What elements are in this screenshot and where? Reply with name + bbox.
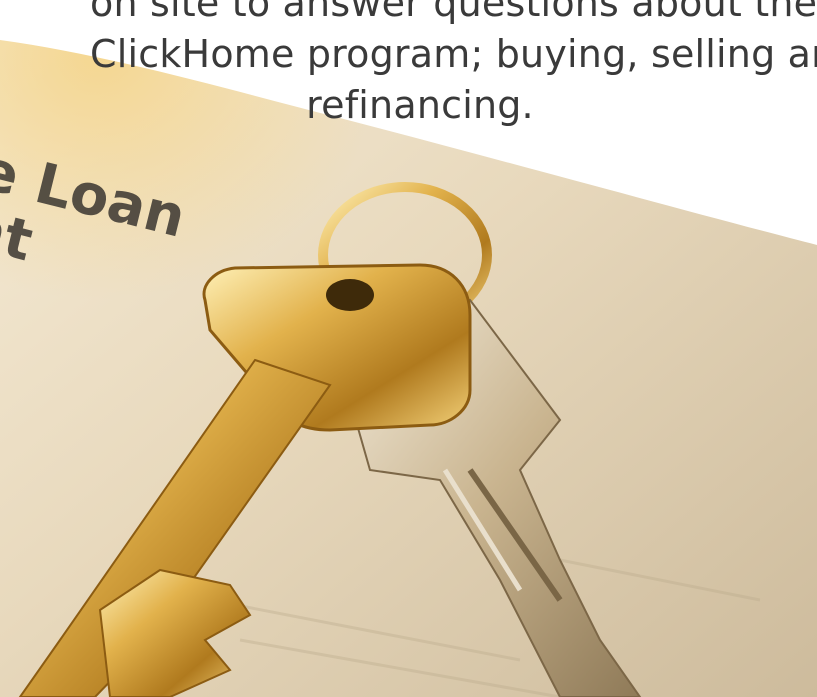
caption-line-2: ClickHome program; buying, selling and xyxy=(90,32,817,76)
caption-line-1: on site to answer questions about the xyxy=(90,0,817,25)
photo-panel: e Loan nt on site to answer questions ab… xyxy=(0,0,817,697)
caption-text: on site to answer questions about the Cl… xyxy=(90,0,817,131)
caption-line-3: refinancing. xyxy=(306,83,534,127)
